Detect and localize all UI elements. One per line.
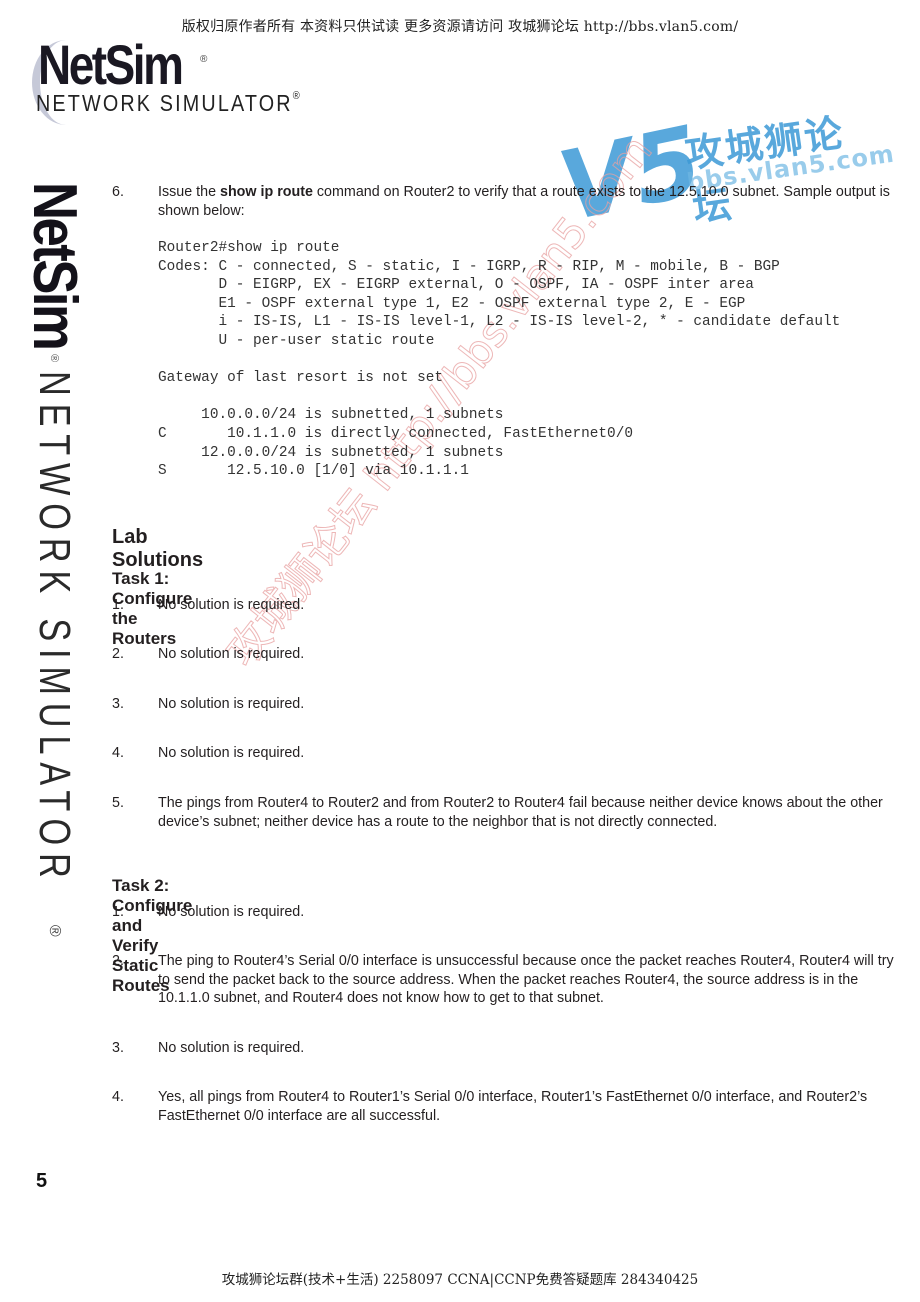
side-logo-subtitle: NETWORK SIMULATOR (30, 370, 80, 886)
item-number: 3. (112, 1040, 124, 1056)
page-number: 5 (36, 1170, 48, 1192)
code-output-block: Router2#show ip route Codes: C - connecte… (158, 239, 840, 481)
item-text: Yes, all pings from Router4 to Router1’s… (158, 1089, 868, 1124)
code-line: 10.0.0.0/24 is subnetted, 1 subnets (158, 407, 504, 424)
item-number: 3. (112, 696, 124, 712)
code-line: Router2#show ip route (158, 240, 340, 256)
item-number: 1. (112, 597, 124, 613)
registered-mark: ® (200, 54, 208, 65)
code-line: 12.0.0.0/24 is subnetted, 1 subnets (158, 444, 504, 461)
code-line: D - EIGRP, EX - EIGRP external, O - OSPF… (158, 277, 754, 294)
item-text: No solution is required. (158, 904, 305, 920)
command-name: show ip route (220, 184, 313, 200)
code-line: i - IS-IS, L1 - IS-IS level-1, L2 - IS-I… (158, 314, 841, 331)
item-number: 4. (112, 1089, 124, 1105)
item-number: 2. (112, 646, 124, 662)
netsim-logo: NetSim ® NETWORK SIMULATOR® (24, 33, 344, 125)
item-number: 5. (112, 795, 124, 811)
code-line: C 10.1.1.0 is directly connected, FastEt… (158, 425, 633, 442)
lab-solutions-heading: Lab Solutions (112, 526, 204, 571)
code-line: Gateway of last resort is not set (158, 370, 443, 387)
registered-mark: ® (48, 354, 61, 363)
vertical-side-logo: NetSim ® NETWORK SIMULATOR ® (20, 182, 90, 942)
registered-mark: ® (292, 90, 300, 102)
item-text: No solution is required. (158, 597, 305, 613)
item-text: The pings from Router4 to Router2 and fr… (158, 795, 883, 830)
step-number: 6. (112, 184, 124, 200)
item-number: 1. (112, 904, 124, 920)
step-text: Issue the show ip route command on Route… (158, 183, 898, 220)
code-line: S 12.5.10.0 [1/0] via 10.1.1.1 (158, 463, 469, 480)
item-number: 2. (112, 953, 124, 969)
registered-mark: ® (46, 924, 64, 937)
logo-subtitle-text: NETWORK SIMULATOR (36, 90, 293, 116)
side-logo-netsim: NetSim (20, 182, 89, 349)
item-text: No solution is required. (158, 1040, 305, 1056)
item-text: The ping to Router4’s Serial 0/0 interfa… (158, 953, 894, 1006)
code-line: U - per-user static route (158, 332, 435, 349)
bottom-watermark-banner: 攻城狮论坛群(技术+生活) 2258097 CCNA|CCNP免费答疑题库 28… (221, 1272, 699, 1288)
item-text: No solution is required. (158, 646, 305, 662)
item-number: 4. (112, 745, 124, 761)
step-text-part: Issue the (158, 184, 220, 200)
logo-subtitle: NETWORK SIMULATOR® (36, 90, 300, 117)
item-text: No solution is required. (158, 696, 305, 712)
logo-netsim-text: NetSim (38, 33, 184, 96)
code-line: Codes: C - connected, S - static, I - IG… (158, 258, 780, 275)
v5-icon: V5 (549, 104, 712, 244)
code-line: E1 - OSPF external type 1, E2 - OSPF ext… (158, 295, 746, 312)
item-text: No solution is required. (158, 745, 305, 761)
